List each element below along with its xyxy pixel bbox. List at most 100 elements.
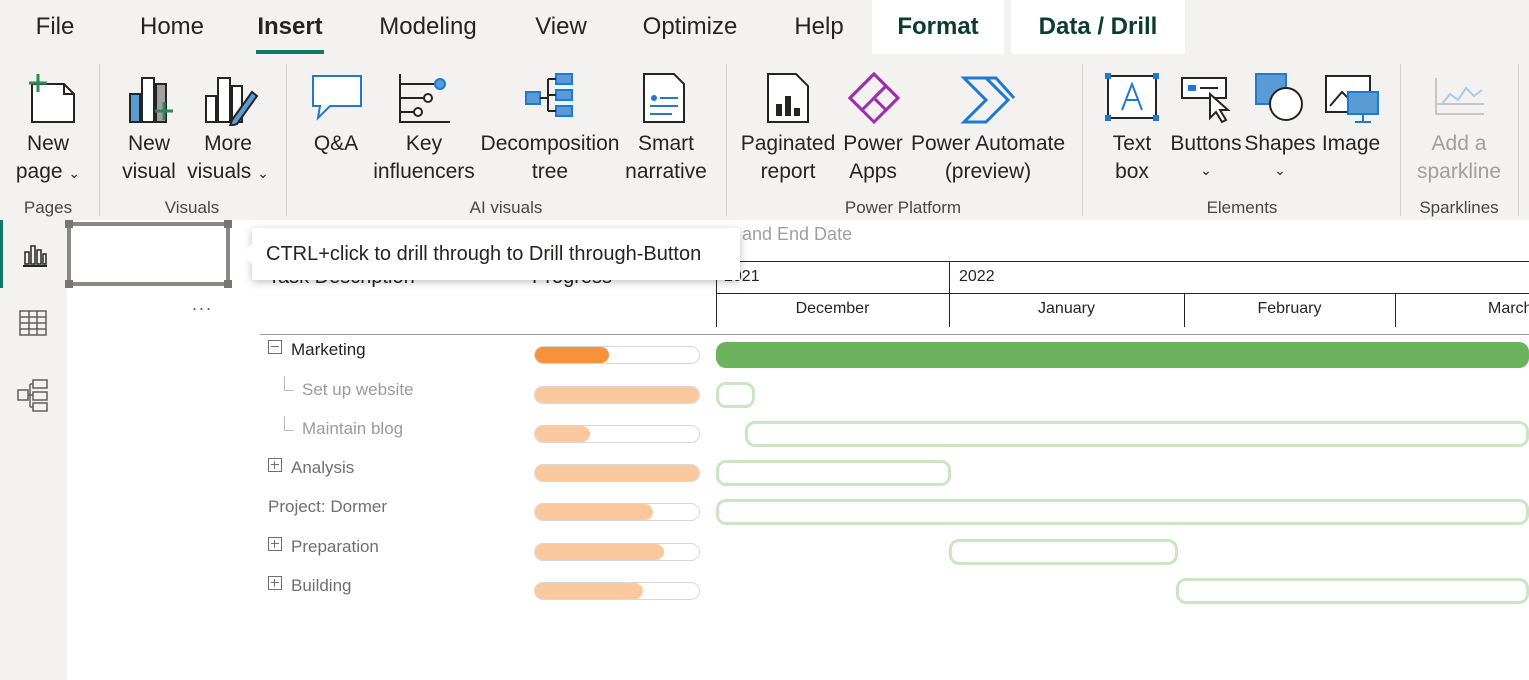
new-visual-button[interactable]: New visual [112,66,186,194]
progress-fill [535,465,699,481]
gantt-bar[interactable] [1176,578,1529,604]
row-label: Preparation [291,537,379,556]
group-divider [1082,64,1083,216]
new-visual-label-1: New [127,132,170,155]
tab-home[interactable]: Home [130,0,214,54]
view-switcher [0,220,67,680]
group-divider [99,64,100,216]
group-label-visuals: Visuals [164,198,220,217]
bar-chart-icon [23,245,47,267]
power-automate-label-1: Power Automate [910,132,1066,155]
paginated-report-button[interactable]: Paginated report [738,66,838,194]
tab-format[interactable]: Format [872,0,1004,54]
month-label: January [1038,300,1095,317]
shapes-button[interactable]: Shapes ⌄ [1244,66,1316,194]
new-page-label-2: page ⌄ [15,160,81,183]
model-icon [17,379,48,412]
smart-narrative-icon [643,73,685,123]
image-button[interactable]: Image [1316,66,1386,194]
gantt-bar[interactable] [716,460,951,486]
row-label: Building [291,576,352,595]
gantt-bar[interactable] [949,539,1178,565]
tab-modeling[interactable]: Modeling [368,0,488,54]
buttons-button[interactable]: Buttons ⌄ [1168,66,1244,194]
gantt-bar[interactable] [716,342,1529,368]
resize-handle[interactable] [65,220,73,228]
paginated-report-icon [767,73,809,123]
timeline-header-border [716,293,1529,294]
decomposition-tree-button[interactable]: Decomposition tree [478,66,622,194]
report-view-button[interactable] [0,220,67,288]
resize-handle[interactable] [224,220,232,228]
new-visual-label-2: visual [122,160,176,183]
new-page-button[interactable]: New page ⌄ [6,66,90,194]
text-box-label-1: Text [1112,132,1152,155]
new-page-icon [29,74,75,123]
group-divider [286,64,287,216]
gantt-bar[interactable] [716,499,1529,525]
group-label-sparklines: Sparklines [1419,198,1499,217]
group-label-pages: Pages [23,198,73,217]
text-box-label-2: box [1115,160,1149,183]
group-label-power-platform: Power Platform [844,198,962,217]
expand-icon[interactable] [268,537,282,551]
tab-insert[interactable]: Insert [256,0,324,54]
data-view-button[interactable] [0,290,67,358]
smart-narrative-label-1: Smart [637,132,694,155]
row-label: Analysis [291,458,355,477]
tab-view[interactable]: View [524,0,598,54]
smart-narrative-button[interactable]: Smart narrative [622,66,710,194]
decomposition-tree-icon [525,73,573,117]
expand-icon[interactable] [268,458,282,472]
power-apps-icon [847,71,901,125]
chevron-down-icon: ⌄ [257,165,269,181]
resize-handle[interactable] [224,280,232,288]
power-automate-button[interactable]: Power Automate (preview) [908,66,1068,194]
text-box-button[interactable]: Text box [1098,66,1166,194]
buttons-icon [1181,77,1231,124]
tab-file[interactable]: File [20,0,90,54]
resize-handle[interactable] [65,280,73,288]
row-label: Set up website [302,380,414,399]
drill-through-tooltip: CTRL+click to drill through to Drill thr… [242,228,740,280]
drill-through-button-visual[interactable] [65,220,232,288]
decomposition-tree-label-1: Decomposition [480,132,620,155]
group-label-elements: Elements [1206,198,1278,217]
power-apps-button[interactable]: Power Apps [838,66,908,194]
gantt-bar[interactable] [716,382,755,408]
month-label: February [1257,300,1322,317]
qa-icon [312,75,362,121]
smart-narrative-label-2: narrative [625,160,707,183]
qa-label: Q&A [313,132,359,155]
more-visuals-label-1: More [204,132,252,155]
visual-title: and End Date [742,224,853,244]
model-view-button[interactable] [0,360,67,428]
qa-button[interactable]: Q&A [302,66,370,194]
progress-bar [534,464,700,482]
row-label: Maintain blog [302,419,404,438]
collapse-icon[interactable] [268,340,282,354]
year-label: 2022 [959,268,995,285]
chevron-down-icon: ⌄ [1274,162,1286,178]
row-label: Marketing [291,340,366,359]
progress-fill [535,504,653,520]
progress-fill [535,426,590,442]
key-influencers-button[interactable]: Key influencers [370,66,478,194]
expand-icon[interactable] [268,576,282,590]
more-visuals-button[interactable]: More visuals ⌄ [186,66,270,194]
key-influencers-label-2: influencers [373,160,475,183]
progress-bar [534,386,700,404]
tree-connector [284,376,294,391]
power-apps-label-1: Power [843,132,903,155]
tab-optimize[interactable]: Optimize [634,0,746,54]
tab-data-drill[interactable]: Data / Drill [1011,0,1185,54]
tab-help[interactable]: Help [784,0,854,54]
add-sparkline-button[interactable]: Add a sparkline [1410,66,1508,194]
group-label-ai-visuals: AI visuals [469,198,543,217]
more-options-icon[interactable]: ... [192,294,213,315]
power-automate-label-2: (preview) [944,160,1032,183]
more-visuals-label-2: visuals ⌄ [187,160,269,183]
gantt-bar[interactable] [745,421,1529,447]
progress-bar [534,582,700,600]
add-sparkline-label-2: sparkline [1416,160,1502,183]
